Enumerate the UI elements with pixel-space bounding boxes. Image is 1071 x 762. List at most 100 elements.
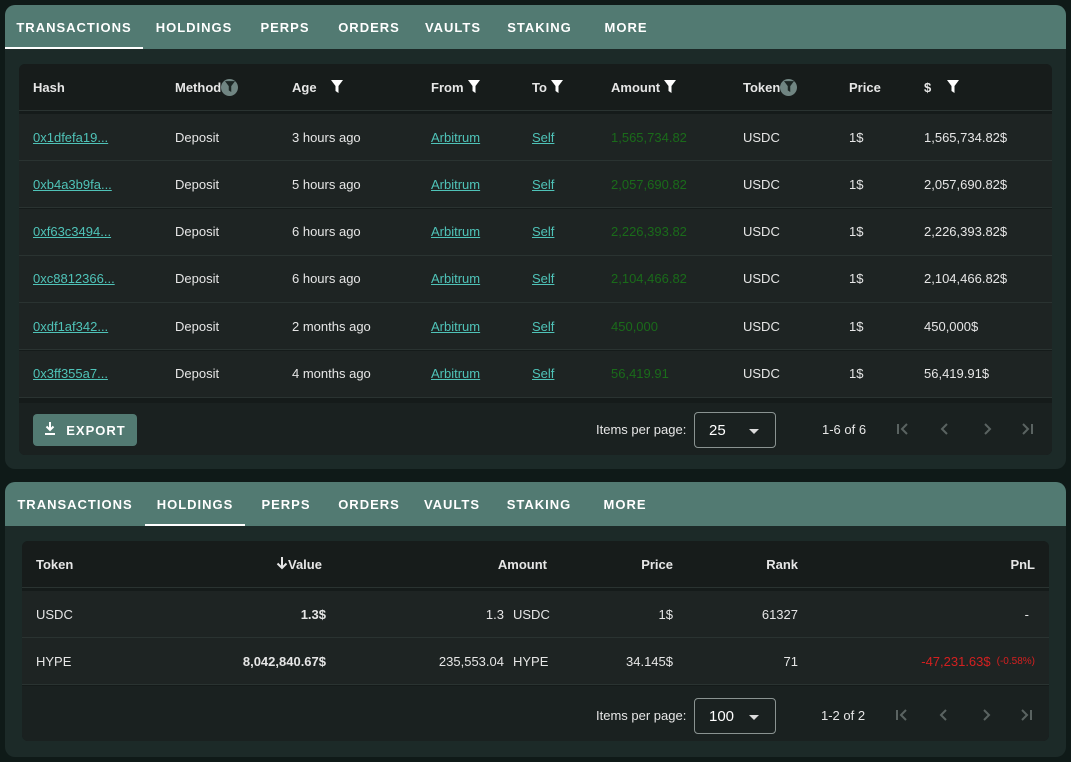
to-link[interactable]: Self bbox=[532, 351, 554, 397]
amount-cell: 2,226,393.82 bbox=[611, 224, 687, 240]
tab-holdings[interactable]: HOLDINGS bbox=[145, 482, 245, 526]
age-cell: 4 months ago bbox=[292, 366, 371, 381]
pnl-cell: -47,231.63$ (-0.58%) bbox=[862, 638, 1035, 684]
items-per-page-select[interactable]: 25 bbox=[694, 412, 776, 448]
to-link[interactable]: Self bbox=[532, 209, 554, 255]
holdings-table: Token Value Amount Price Rank PnL USDC 1.… bbox=[22, 541, 1049, 741]
filter-icon[interactable] bbox=[221, 78, 239, 96]
rank-cell: 61327 bbox=[761, 606, 798, 622]
col-age-label: Age bbox=[292, 79, 317, 95]
hash-link[interactable]: 0xc8812366... bbox=[33, 256, 115, 302]
price-cell: 1$ bbox=[849, 366, 864, 381]
to-link[interactable]: Self bbox=[532, 114, 554, 160]
amount-cell: 1.3 bbox=[485, 606, 504, 622]
to-link[interactable]: Self bbox=[532, 256, 554, 302]
col-hash[interactable]: Hash bbox=[33, 64, 65, 110]
col-pnl[interactable]: PnL bbox=[902, 541, 1035, 587]
hash-link[interactable]: 0x1dfefa19... bbox=[33, 114, 108, 160]
to-link[interactable]: Self bbox=[532, 161, 554, 207]
transactions-panel: TRANSACTIONS HOLDINGS PERPS ORDERS VAULT… bbox=[5, 5, 1066, 469]
tab-bar: TRANSACTIONS HOLDINGS PERPS ORDERS VAULT… bbox=[5, 482, 1066, 526]
from-link[interactable]: Arbitrum bbox=[431, 303, 480, 349]
tab-more[interactable]: MORE bbox=[585, 482, 665, 526]
items-per-page-value: 25 bbox=[709, 421, 726, 439]
pnl-value: - bbox=[1024, 606, 1029, 622]
token-cell: USDC bbox=[743, 224, 780, 240]
from-link[interactable]: Arbitrum bbox=[431, 351, 480, 397]
filter-icon[interactable] bbox=[664, 80, 676, 94]
col-rank[interactable]: Rank bbox=[722, 541, 798, 587]
token-cell: USDC bbox=[743, 366, 780, 381]
col-token[interactable]: Token bbox=[743, 64, 798, 110]
table-row: 0xf63c3494... Deposit 6 hours ago Arbitrum S… bbox=[19, 208, 1052, 256]
usd-cell: 2,057,690.82$ bbox=[924, 176, 1008, 192]
col-price[interactable]: Price bbox=[582, 541, 673, 587]
method-cell: Deposit bbox=[175, 129, 220, 145]
price-cell: 1$ bbox=[849, 271, 864, 287]
usd-cell: 450,000$ bbox=[924, 318, 979, 334]
age-cell: 6 hours ago bbox=[292, 271, 361, 287]
hash-link[interactable]: 0xb4a3b9fa... bbox=[33, 161, 112, 207]
method-cell: Deposit bbox=[175, 176, 220, 192]
next-page-icon[interactable] bbox=[978, 707, 994, 723]
from-link[interactable]: Arbitrum bbox=[431, 209, 480, 255]
hash-link[interactable]: 0xf63c3494... bbox=[33, 209, 111, 255]
col-value[interactable]: Value bbox=[276, 541, 322, 587]
table-footer: EXPORT Items per page: 25 1-6 of 6 bbox=[19, 403, 1052, 455]
col-age[interactable]: Age bbox=[292, 64, 343, 110]
from-link[interactable]: Arbitrum bbox=[431, 114, 480, 160]
col-to-label: To bbox=[532, 79, 547, 95]
col-amount[interactable]: Amount bbox=[611, 64, 676, 110]
tab-staking[interactable]: STAKING bbox=[493, 5, 586, 49]
col-usd[interactable]: $ bbox=[924, 64, 959, 110]
from-link[interactable]: Arbitrum bbox=[431, 161, 480, 207]
filter-icon[interactable] bbox=[331, 80, 343, 94]
price-cell: 1$ bbox=[849, 318, 864, 334]
export-button[interactable]: EXPORT bbox=[33, 414, 137, 446]
tab-holdings[interactable]: HOLDINGS bbox=[143, 5, 245, 49]
next-page-icon[interactable] bbox=[979, 421, 995, 437]
tab-vaults[interactable]: VAULTS bbox=[411, 482, 493, 526]
tab-transactions[interactable]: TRANSACTIONS bbox=[5, 5, 143, 49]
col-from[interactable]: From bbox=[431, 64, 480, 110]
items-per-page-select[interactable]: 100 bbox=[694, 698, 776, 734]
tab-orders[interactable]: ORDERS bbox=[325, 5, 413, 49]
col-token-label: Token bbox=[743, 79, 781, 95]
amount-cell: 235,553.04 bbox=[438, 653, 504, 669]
table-row: USDC 1.3$ 1.3 USDC 1$ 61327 - bbox=[22, 591, 1049, 638]
table-footer: Items per page: 100 1-2 of 2 bbox=[22, 686, 1049, 741]
last-page-icon[interactable] bbox=[1019, 421, 1035, 437]
filter-icon[interactable] bbox=[947, 80, 959, 94]
hash-link[interactable]: 0xdf1af342... bbox=[33, 303, 108, 349]
from-link[interactable]: Arbitrum bbox=[431, 256, 480, 302]
tab-perps[interactable]: PERPS bbox=[245, 5, 325, 49]
tab-transactions[interactable]: TRANSACTIONS bbox=[5, 482, 145, 526]
filter-icon[interactable] bbox=[551, 80, 563, 94]
token-cell: USDC bbox=[743, 129, 780, 145]
age-cell: 3 hours ago bbox=[292, 129, 361, 145]
col-to[interactable]: To bbox=[532, 64, 563, 110]
tab-vaults[interactable]: VAULTS bbox=[413, 5, 493, 49]
pagination-range: 1-6 of 6 bbox=[822, 422, 867, 437]
col-method[interactable]: Method bbox=[175, 64, 239, 110]
prev-page-icon[interactable] bbox=[936, 707, 952, 723]
to-link[interactable]: Self bbox=[532, 303, 554, 349]
hash-link[interactable]: 0x3ff355a7... bbox=[33, 351, 108, 397]
value-cell: 1.3$ bbox=[300, 606, 326, 622]
first-page-icon[interactable] bbox=[894, 707, 910, 723]
filter-icon[interactable] bbox=[468, 80, 480, 94]
value-cell: 8,042,840.67$ bbox=[242, 653, 326, 669]
col-price[interactable]: Price bbox=[849, 64, 881, 110]
col-token[interactable]: Token bbox=[36, 541, 73, 587]
tab-perps[interactable]: PERPS bbox=[245, 482, 327, 526]
tab-staking[interactable]: STAKING bbox=[493, 482, 585, 526]
export-label: EXPORT bbox=[66, 422, 126, 438]
tab-orders[interactable]: ORDERS bbox=[327, 482, 411, 526]
last-page-icon[interactable] bbox=[1018, 707, 1034, 723]
items-per-page-label: Items per page: bbox=[596, 708, 687, 723]
filter-icon[interactable] bbox=[780, 78, 798, 96]
col-amount[interactable]: Amount bbox=[442, 541, 547, 587]
first-page-icon[interactable] bbox=[895, 421, 911, 437]
prev-page-icon[interactable] bbox=[937, 421, 953, 437]
tab-more[interactable]: MORE bbox=[586, 5, 666, 49]
